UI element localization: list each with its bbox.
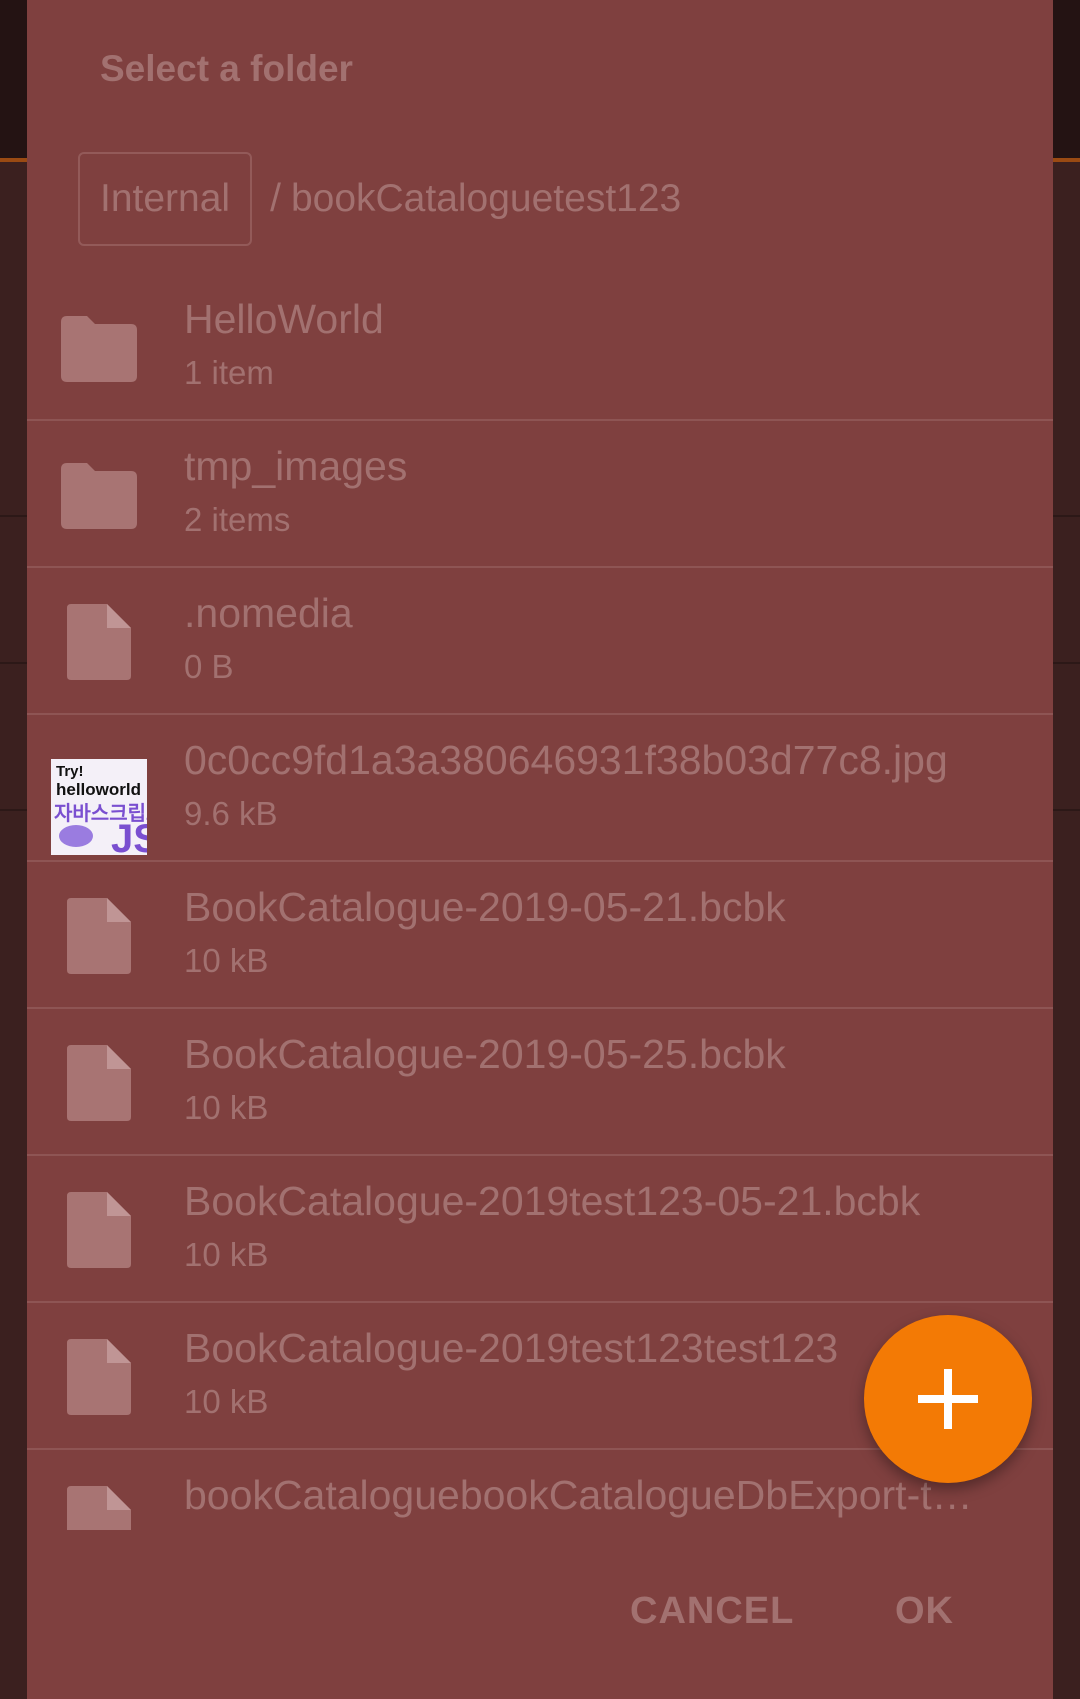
list-item-image[interactable]: Try! helloworld 자바스크립트 JS 0c0cc9fd1a3a38… (27, 715, 1053, 862)
list-item-folder[interactable]: HelloWorld 1 item (27, 274, 1053, 421)
item-name: HelloWorld (184, 296, 384, 342)
file-icon (67, 1339, 131, 1415)
item-name: .nomedia (184, 590, 353, 636)
thumbnail-graphic (59, 825, 93, 847)
item-name: BookCatalogue-2019test123-05-21.bcbk (184, 1178, 921, 1224)
list-item-folder[interactable]: tmp_images 2 items (27, 421, 1053, 568)
item-meta: 2 items (184, 501, 291, 538)
breadcrumb-root-chip[interactable]: Internal (78, 152, 253, 246)
folder-icon (61, 316, 137, 382)
breadcrumb-separator: / (270, 177, 281, 220)
item-name: BookCatalogue-2019-05-25.bcbk (184, 1031, 786, 1077)
dialog-title: Select a folder (100, 48, 353, 89)
dialog-actions: CANCEL OK (27, 1590, 1053, 1642)
file-icon (67, 1192, 131, 1268)
folder-icon (61, 463, 137, 529)
item-meta: 9.6 kB (184, 795, 278, 832)
image-thumbnail: Try! helloworld 자바스크립트 JS (51, 759, 147, 855)
cancel-button[interactable]: CANCEL (630, 1590, 794, 1633)
breadcrumb-current-folder[interactable]: bookCataloguetest123 (291, 177, 681, 221)
list-item-file[interactable]: BookCatalogue-2019-05-21.bcbk 10 kB (27, 862, 1053, 1009)
file-icon (67, 1486, 131, 1530)
new-folder-fab[interactable] (864, 1315, 1032, 1483)
file-icon (67, 604, 131, 680)
list-item-file[interactable]: .nomedia 0 B (27, 568, 1053, 715)
item-meta: 10 kB (184, 1236, 269, 1273)
thumbnail-text: Try! (56, 763, 84, 780)
list-item-file[interactable]: BookCatalogue-2019test123-05-21.bcbk 10 … (27, 1156, 1053, 1303)
file-icon (67, 1045, 131, 1121)
plus-icon (918, 1369, 978, 1429)
breadcrumb: Internal / bookCataloguetest123 (78, 150, 681, 248)
item-meta: 0 B (184, 648, 234, 685)
item-meta: 10 kB (184, 942, 269, 979)
item-meta: 10 kB (184, 1089, 269, 1126)
item-name: 0c0cc9fd1a3a380646931f38b03d77c8.jpg (184, 737, 948, 783)
item-name: BookCatalogue-2019-05-21.bcbk (184, 884, 786, 930)
ok-button[interactable]: OK (895, 1590, 954, 1633)
folder-picker-dialog: Select a folder Internal / bookCatalogue… (27, 0, 1053, 1699)
item-meta: 1 item (184, 354, 274, 391)
file-icon (67, 898, 131, 974)
item-meta: 10 kB (184, 1383, 269, 1420)
list-item-file[interactable]: BookCatalogue-2019-05-25.bcbk 10 kB (27, 1009, 1053, 1156)
thumbnail-badge: JS (111, 817, 147, 855)
item-name: tmp_images (184, 443, 408, 489)
item-name: bookCataloguebookCatalogueDbExport-t… (184, 1472, 973, 1518)
